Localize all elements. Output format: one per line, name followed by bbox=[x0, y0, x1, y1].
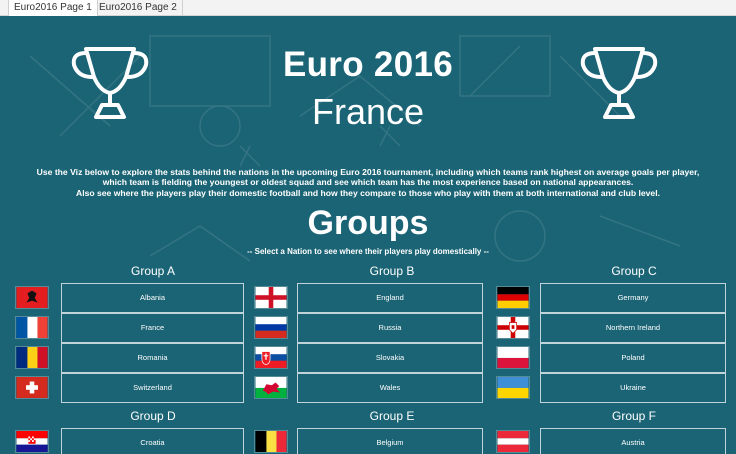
group-b-header: Group B bbox=[369, 264, 415, 278]
flag-belgium-icon[interactable] bbox=[254, 430, 288, 453]
flag-england-icon[interactable] bbox=[254, 286, 288, 309]
team-belgium-button[interactable]: Belgium bbox=[297, 428, 483, 454]
group-e-header: Group E bbox=[369, 409, 415, 423]
team-albania-button[interactable]: Albania bbox=[61, 283, 244, 313]
team-wales-button[interactable]: Wales bbox=[297, 373, 483, 403]
trophy-icon bbox=[580, 47, 658, 119]
flag-slovakia-icon[interactable] bbox=[254, 346, 288, 369]
team-austria-button[interactable]: Austria bbox=[540, 428, 726, 454]
team-poland-button[interactable]: Poland bbox=[540, 343, 726, 373]
team-switzerland-button[interactable]: Switzerland bbox=[61, 373, 244, 403]
tab-euro2016-page-2[interactable]: Euro2016 Page 2 bbox=[94, 0, 183, 16]
flag-wales-icon[interactable] bbox=[254, 376, 288, 399]
tab-euro2016-page-1[interactable]: Euro2016 Page 1 bbox=[8, 0, 98, 17]
intro-text-line: which team is fielding the youngest or o… bbox=[102, 177, 634, 187]
dashboard: Euro 2016 France Use the Viz below to ex… bbox=[0, 16, 736, 454]
group-f-header: Group F bbox=[611, 409, 656, 423]
team-russia-button[interactable]: Russia bbox=[297, 313, 483, 343]
intro-text-line: Use the Viz below to explore the stats b… bbox=[36, 167, 700, 177]
flag-switzerland-icon[interactable] bbox=[15, 376, 49, 399]
team-england-button[interactable]: England bbox=[297, 283, 483, 313]
team-croatia-button[interactable]: Croatia bbox=[61, 428, 244, 454]
group-a-header: Group A bbox=[130, 264, 176, 278]
flag-ukraine-icon[interactable] bbox=[496, 376, 530, 399]
flag-austria-icon[interactable] bbox=[496, 430, 530, 453]
group-d-header: Group D bbox=[130, 409, 176, 423]
flag-france-icon[interactable] bbox=[15, 316, 49, 339]
flag-albania-icon[interactable] bbox=[15, 286, 49, 309]
team-germany-button[interactable]: Germany bbox=[540, 283, 726, 313]
flag-croatia-icon[interactable] bbox=[15, 430, 49, 453]
groups-instruction: -- Select a Nation to see where their pl… bbox=[247, 247, 489, 256]
flag-poland-icon[interactable] bbox=[496, 346, 530, 369]
flag-romania-icon[interactable] bbox=[15, 346, 49, 369]
flag-germany-icon[interactable] bbox=[496, 286, 530, 309]
team-ukraine-button[interactable]: Ukraine bbox=[540, 373, 726, 403]
team-romania-button[interactable]: Romania bbox=[61, 343, 244, 373]
sheet-tab-bar: Euro2016 Page 1 Euro2016 Page 2 bbox=[0, 0, 736, 17]
team-france-button[interactable]: France bbox=[61, 313, 244, 343]
team-slovakia-button[interactable]: Slovakia bbox=[297, 343, 483, 373]
group-c-header: Group C bbox=[611, 264, 657, 278]
flag-northern-ireland-icon[interactable] bbox=[496, 316, 530, 339]
team-northern-ireland-button[interactable]: Northern Ireland bbox=[540, 313, 726, 343]
groups-heading: Groups bbox=[307, 204, 429, 242]
flag-russia-icon[interactable] bbox=[254, 316, 288, 339]
intro-text-line: Also see where the players play their do… bbox=[75, 188, 660, 198]
